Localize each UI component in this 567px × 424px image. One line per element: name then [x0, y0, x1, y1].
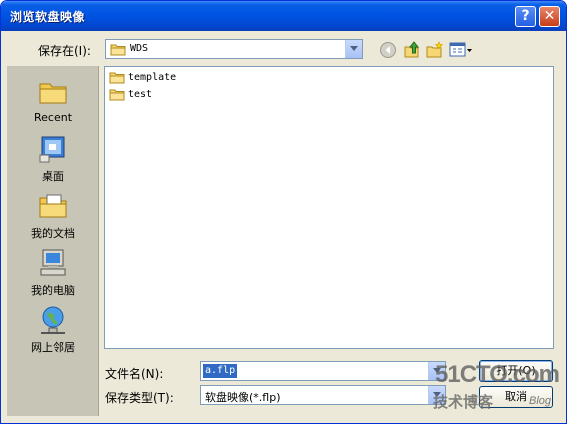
place-label: Recent: [33, 111, 73, 124]
places-bar: Recent 桌面 我的文档 我的电脑 网上邻居: [7, 66, 99, 416]
new-folder-icon[interactable]: [426, 41, 444, 59]
cancel-button[interactable]: 取消: [479, 386, 553, 408]
place-label: 网上邻居: [31, 341, 75, 354]
file-type-dropdown[interactable]: 软盘映像(*.flp): [200, 385, 446, 405]
place-label: 我的文档: [31, 227, 75, 240]
folder-icon: [109, 89, 125, 101]
chevron-down-icon[interactable]: [428, 362, 445, 380]
place-my-computer[interactable]: 我的电脑: [7, 247, 99, 298]
folder-icon: [110, 43, 126, 59]
title-bar[interactable]: 浏览软盘映像 ? ✕: [1, 1, 566, 31]
file-name-field[interactable]: a.flp: [200, 361, 446, 381]
open-button[interactable]: 打开(O): [479, 360, 553, 382]
help-button[interactable]: ?: [515, 6, 536, 27]
chevron-down-icon[interactable]: [345, 40, 362, 58]
chevron-down-icon[interactable]: [428, 386, 445, 404]
save-in-dropdown[interactable]: WDS: [105, 39, 363, 59]
place-network[interactable]: 网上邻居: [7, 304, 99, 355]
place-label: 我的电脑: [31, 284, 75, 297]
network-places-icon: [37, 304, 69, 336]
window-title: 浏览软盘映像: [10, 10, 86, 24]
close-button[interactable]: ✕: [539, 6, 560, 27]
file-name: template: [128, 72, 177, 83]
up-folder-icon[interactable]: [403, 41, 421, 59]
my-documents-icon: [37, 190, 69, 222]
save-in-label: 保存在(I):: [38, 44, 91, 58]
back-icon[interactable]: [379, 41, 397, 59]
recent-folder-icon: [37, 76, 69, 108]
place-desktop[interactable]: 桌面: [7, 133, 99, 184]
my-computer-icon: [37, 247, 69, 279]
file-type-label: 保存类型(T):: [105, 391, 174, 405]
file-list[interactable]: template test: [104, 66, 554, 349]
place-label: 桌面: [42, 170, 64, 183]
file-type-value: 软盘映像(*.flp): [205, 391, 281, 404]
file-name-value: a.flp: [203, 364, 238, 378]
views-menu-icon[interactable]: [449, 41, 473, 59]
folder-icon: [109, 72, 125, 84]
place-my-documents[interactable]: 我的文档: [7, 190, 99, 241]
save-in-value: WDS: [130, 43, 149, 54]
place-recent[interactable]: Recent: [7, 76, 99, 124]
file-name-label: 文件名(N):: [105, 367, 164, 381]
desktop-icon: [37, 133, 69, 165]
file-name: test: [128, 89, 153, 100]
browse-floppy-image-dialog: 浏览软盘映像 ? ✕ 保存在(I): WDS Recent 桌面 我的文档 我的…: [0, 0, 567, 424]
